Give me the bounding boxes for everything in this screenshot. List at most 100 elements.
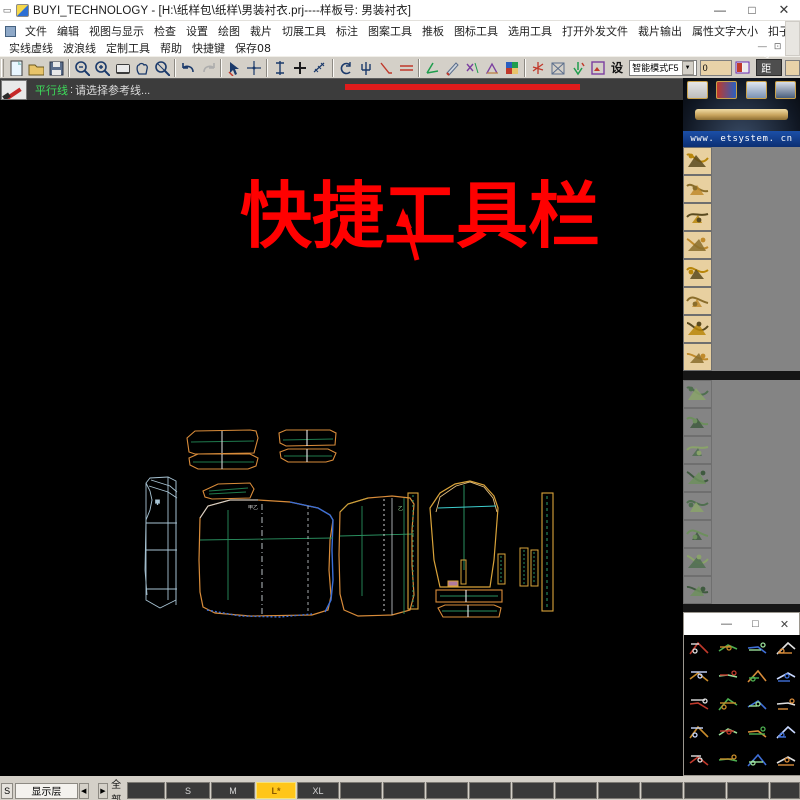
hatch-green-icon[interactable]: [742, 663, 771, 691]
curve-slope-icon[interactable]: [683, 259, 712, 287]
fit-window-icon[interactable]: [112, 58, 132, 78]
size-cell-8[interactable]: [468, 782, 511, 799]
right-angle-icon[interactable]: [742, 691, 771, 719]
maximize-button[interactable]: □: [736, 0, 768, 21]
settings-button[interactable]: 设: [608, 58, 626, 78]
size-cell-14[interactable]: [726, 782, 769, 799]
zoom-out-icon[interactable]: [72, 58, 92, 78]
scatter-red-icon[interactable]: [771, 663, 800, 691]
arch-shape-icon[interactable]: [683, 343, 712, 371]
notch-icon[interactable]: [462, 58, 482, 78]
box-stamp-icon[interactable]: [684, 719, 713, 747]
menu-item-r1-15[interactable]: 属性文字大小: [687, 23, 763, 40]
size-cell-9[interactable]: [511, 782, 554, 799]
layer-prev-button[interactable]: ◀: [78, 782, 89, 799]
green-fabric-icon[interactable]: [683, 436, 712, 464]
size-cell-7[interactable]: [425, 782, 468, 799]
curve-psi-icon[interactable]: [356, 58, 376, 78]
minimize-button[interactable]: —: [704, 0, 736, 21]
perpendicular-icon[interactable]: [376, 58, 396, 78]
updown-arrows-icon[interactable]: [684, 691, 713, 719]
menu-item-r2-4[interactable]: 快捷键: [187, 40, 230, 57]
close-button[interactable]: ✕: [768, 0, 800, 21]
zigzag-icon[interactable]: [771, 691, 800, 719]
ad-banner-url[interactable]: www. etsystem. cn: [683, 131, 800, 147]
size-cell-12[interactable]: [640, 782, 683, 799]
clip-tool-icon[interactable]: [683, 315, 712, 343]
menu-item-r1-0[interactable]: 文件: [20, 23, 52, 40]
titlebar-system-icon[interactable]: ▭: [0, 5, 14, 16]
bone-clip-icon[interactable]: [683, 203, 712, 231]
curve-decay-icon[interactable]: [683, 231, 712, 259]
tape-measure-icon[interactable]: [683, 147, 712, 175]
save-file-icon[interactable]: [46, 58, 66, 78]
select-arrow-icon[interactable]: [224, 58, 244, 78]
zoom-region-icon[interactable]: [152, 58, 172, 78]
menu-item-r1-13[interactable]: 打开外发文件: [557, 23, 633, 40]
rotate-icon[interactable]: [336, 58, 356, 78]
red-x-corner-icon[interactable]: [683, 576, 712, 604]
color-quad-icon[interactable]: [771, 747, 800, 775]
extra-input[interactable]: [785, 59, 800, 76]
all-sizes-label[interactable]: 全部: [111, 776, 124, 800]
size-cell-3[interactable]: L*: [255, 782, 296, 799]
ad-banner-graphic[interactable]: [683, 78, 800, 131]
menu-item-r1-11[interactable]: 图标工具: [449, 23, 503, 40]
menu-item-r1-1[interactable]: 编辑: [52, 23, 84, 40]
menu-item-r2-0[interactable]: 实线虚线: [4, 40, 58, 57]
layer-selector[interactable]: 显示层: [15, 782, 78, 799]
size-cell-0[interactable]: [126, 782, 165, 799]
target-circle-icon[interactable]: [771, 635, 800, 663]
plus-red-icon[interactable]: [713, 663, 742, 691]
chevron-down-icon[interactable]: ▼: [681, 60, 694, 75]
brush-blue-icon[interactable]: [742, 635, 771, 663]
drawing-canvas[interactable]: 甲 甲乙 乙 快捷工具栏: [0, 100, 683, 776]
undo-icon[interactable]: [178, 58, 198, 78]
h-bracket-icon[interactable]: [683, 287, 712, 315]
size-cell-13[interactable]: [683, 782, 726, 799]
color-palette-icon[interactable]: [502, 58, 522, 78]
menu-item-r2-2[interactable]: 定制工具: [101, 40, 155, 57]
size-cell-5[interactable]: [339, 782, 382, 799]
pan-hand-icon[interactable]: [132, 58, 152, 78]
grade-net-icon[interactable]: [548, 58, 568, 78]
size-cell-6[interactable]: [382, 782, 425, 799]
size-cell-1[interactable]: S: [165, 782, 210, 799]
shoe-sole-icon[interactable]: [683, 548, 712, 576]
book-icon[interactable]: [732, 58, 752, 78]
pencil-measure-icon[interactable]: [442, 58, 462, 78]
toolbar-grip[interactable]: [1, 58, 5, 77]
slide-tool-icon[interactable]: [684, 747, 713, 775]
menu-item-r1-12[interactable]: 选用工具: [503, 23, 557, 40]
curve-orange-icon[interactable]: [713, 691, 742, 719]
circle-ring-icon[interactable]: [713, 719, 742, 747]
seam-mark-icon[interactable]: [683, 175, 712, 203]
menu-item-r1-7[interactable]: 切展工具: [277, 23, 331, 40]
arrow-down-red-icon[interactable]: [568, 58, 588, 78]
add-point-icon[interactable]: [290, 58, 310, 78]
float-maximize-button[interactable]: □: [741, 613, 770, 635]
size-cell-11[interactable]: [597, 782, 640, 799]
menu-item-r1-4[interactable]: 设置: [181, 23, 213, 40]
menu-item-r1-14[interactable]: 裁片输出: [633, 23, 687, 40]
pencil-green-icon[interactable]: [713, 635, 742, 663]
angle-green-icon[interactable]: [422, 58, 442, 78]
arrow-down-blue-icon[interactable]: [683, 408, 712, 436]
delete-seam-icon[interactable]: [310, 58, 330, 78]
zoom-in-icon[interactable]: [92, 58, 112, 78]
frame-picture-icon[interactable]: [588, 58, 608, 78]
menu-item-r1-8[interactable]: 标注: [331, 23, 363, 40]
menu-item-r2-3[interactable]: 帮助: [155, 40, 187, 57]
open-file-icon[interactable]: [26, 58, 46, 78]
menu-item-r1-2[interactable]: 视图与显示: [84, 23, 149, 40]
layer-next-button[interactable]: ▶: [97, 782, 109, 799]
mirror-axis-icon[interactable]: [270, 58, 290, 78]
tree-stamp-icon[interactable]: [683, 492, 712, 520]
move-cross-icon[interactable]: [244, 58, 264, 78]
scissors-paper-icon[interactable]: [683, 520, 712, 548]
new-file-icon[interactable]: [6, 58, 26, 78]
pleat-icon[interactable]: [482, 58, 502, 78]
fabric-roll-icon[interactable]: [683, 380, 712, 408]
status-mode-letter[interactable]: S: [1, 782, 14, 799]
menu-item-r1-3[interactable]: 检查: [149, 23, 181, 40]
